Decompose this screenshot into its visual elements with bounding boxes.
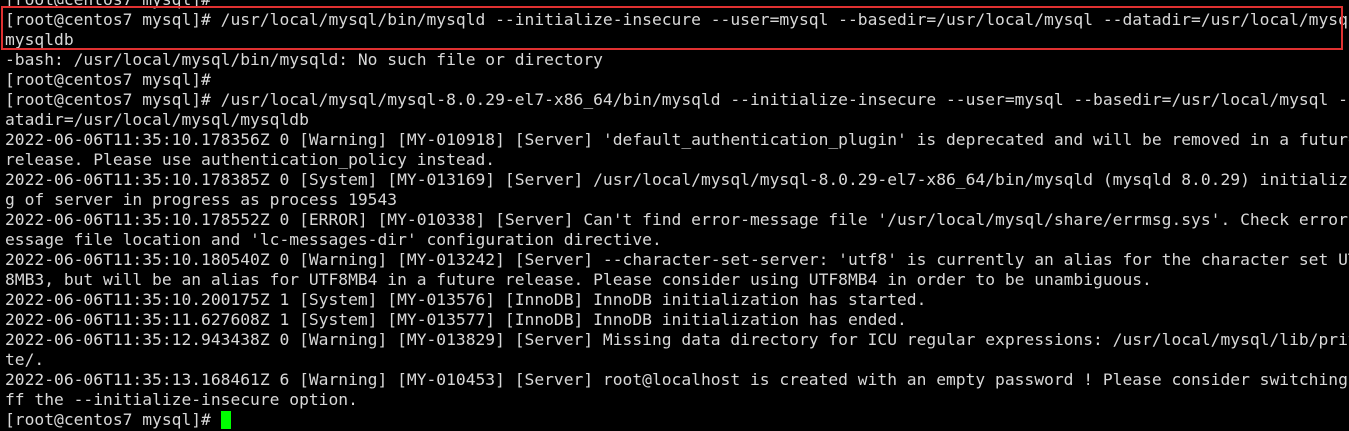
prompt-line[interactable]: [root@centos7 mysql]# [5, 410, 1349, 430]
terminal-output: [root@centos7 mysql]# [root@centos7 mysq… [5, 0, 1349, 430]
terminal-line: [root@centos7 mysql]# [5, 70, 211, 89]
terminal-line: essage file location and 'lc-messages-di… [5, 230, 662, 249]
terminal-line: ff the --initialize-insecure option. [5, 390, 358, 409]
terminal-window[interactable]: [root@centos7 mysql]# [root@centos7 mysq… [0, 0, 1349, 431]
highlight-annotation-box [1, 6, 1343, 50]
terminal-cursor [220, 411, 231, 429]
terminal-line: atadir=/usr/local/mysql/mysqldb [5, 110, 309, 129]
terminal-line: 2022-06-06T11:35:11.627608Z 1 [System] [… [5, 310, 907, 329]
terminal-line: [root@centos7 mysql]# /usr/local/mysql/m… [5, 90, 1349, 109]
terminal-line: 2022-06-06T11:35:10.180540Z 0 [Warning] … [5, 250, 1349, 269]
terminal-line: 2022-06-06T11:35:10.178385Z 0 [System] [… [5, 170, 1349, 189]
terminal-line: 2022-06-06T11:35:10.178552Z 0 [ERROR] [M… [5, 210, 1349, 229]
terminal-line: 2022-06-06T11:35:13.168461Z 6 [Warning] … [5, 370, 1349, 389]
terminal-line: 2022-06-06T11:35:10.200175Z 1 [System] [… [5, 290, 927, 309]
shell-prompt: [root@centos7 mysql]# [5, 410, 221, 429]
terminal-line: -bash: /usr/local/mysql/bin/mysqld: No s… [5, 50, 603, 69]
terminal-line: g of server in progress as process 19543 [5, 190, 398, 209]
terminal-line: 8MB3, but will be an alias for UTF8MB4 i… [5, 270, 1152, 289]
terminal-line: te/. [5, 350, 45, 369]
terminal-line: 2022-06-06T11:35:12.943438Z 0 [Warning] … [5, 330, 1349, 349]
terminal-line: 2022-06-06T11:35:10.178356Z 0 [Warning] … [5, 130, 1349, 149]
terminal-line: release. Please use authentication_polic… [5, 150, 496, 169]
